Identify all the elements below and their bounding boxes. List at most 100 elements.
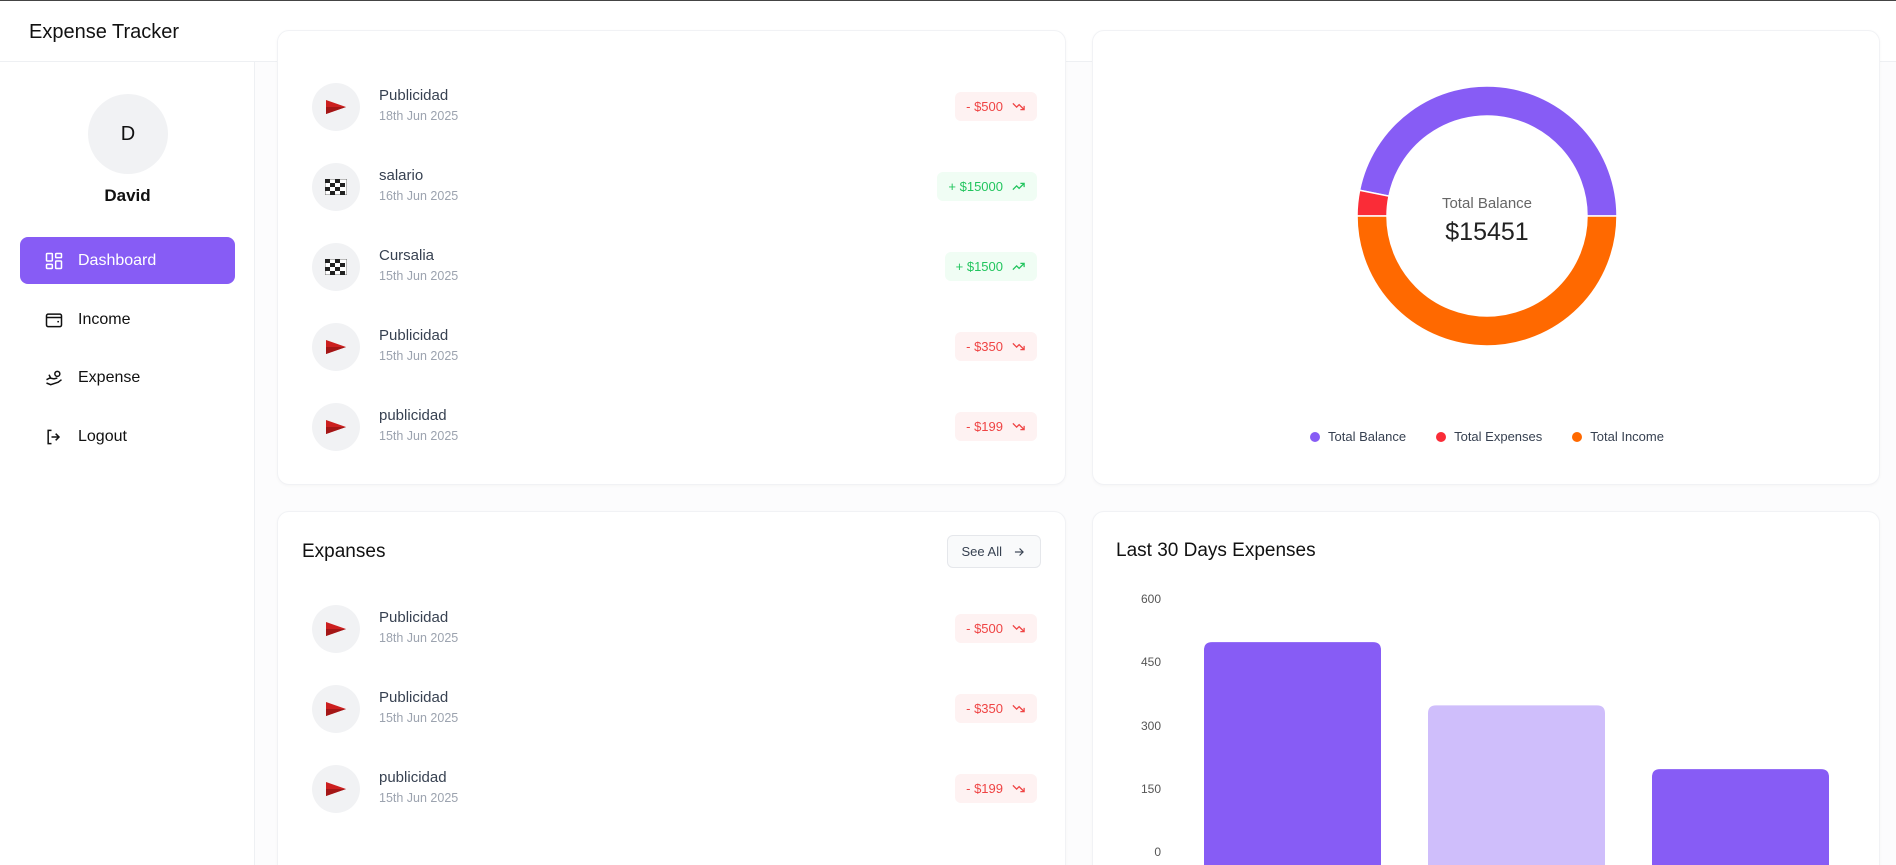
transaction-name: Publicidad (379, 87, 449, 104)
sidebar-item-income[interactable]: Income (20, 296, 235, 343)
legend-item-expenses: Total Expenses (1436, 429, 1542, 444)
transaction-name: publicidad (379, 407, 447, 424)
transaction-row[interactable]: Cursalia 15th Jun 2025 + $1500 (312, 242, 1037, 292)
trending-up-icon (1012, 182, 1025, 191)
trending-down-icon (1012, 102, 1025, 111)
transaction-row[interactable]: Publicidad 18th Jun 2025 - $500 (312, 604, 1037, 654)
transaction-date: 15th Jun 2025 (379, 429, 459, 443)
red-flag-icon (326, 782, 346, 796)
transaction-amount: - $350 (966, 339, 1003, 354)
transaction-date: 15th Jun 2025 (379, 269, 459, 283)
transaction-amount-badge: - $500 (955, 614, 1037, 643)
arrow-right-icon (1014, 547, 1024, 556)
transaction-icon-wrap (312, 243, 360, 291)
transaction-date: 16th Jun 2025 (379, 189, 459, 203)
financial-overview-card: Total Balance $15451 Total Balance Total… (1092, 30, 1880, 485)
expenses-card: Expanses See All Publicidad 18th Jun 2025… (277, 511, 1066, 865)
trending-down-icon (1012, 342, 1025, 351)
expenses-title: Expanses (302, 541, 386, 562)
transaction-amount-badge: + $15000 (937, 172, 1037, 201)
transaction-name: publicidad (379, 769, 447, 786)
app-title: Expense Tracker (29, 21, 180, 43)
see-all-button[interactable]: See All (946, 535, 1041, 568)
transaction-name: salario (379, 167, 424, 184)
logout-icon (47, 429, 61, 444)
legend-dot (1436, 431, 1447, 442)
red-flag-icon (326, 622, 346, 636)
transaction-icon-wrap (312, 685, 360, 733)
sidebar-item-label: Income (78, 310, 131, 328)
bar-0 (1204, 642, 1381, 865)
sidebar: D David Dashboard Income Expense Logout (0, 62, 255, 865)
transaction-amount-badge: - $350 (955, 332, 1037, 361)
transaction-amount: + $1500 (955, 259, 1003, 274)
transaction-date: 15th Jun 2025 (379, 711, 459, 725)
sidebar-item-logout[interactable]: Logout (20, 413, 235, 460)
transaction-name: Publicidad (379, 609, 449, 626)
trending-down-icon (1012, 422, 1025, 431)
bar-1 (1428, 705, 1605, 865)
recent-transactions-card: Publicidad 18th Jun 2025 - $500 salario 16th… (277, 30, 1066, 485)
checkered-flag-icon (325, 179, 347, 195)
user-name: David (104, 186, 151, 205)
last-30-days-card: Last 30 Days Expenses 0 150 300 450 600 (1092, 511, 1880, 865)
transaction-name: Cursalia (379, 247, 435, 264)
transaction-amount: - $199 (966, 419, 1003, 434)
bar-2 (1652, 769, 1829, 865)
transaction-amount-badge: - $500 (955, 92, 1037, 121)
legend-dot (1572, 431, 1583, 442)
transaction-amount: - $500 (966, 99, 1003, 114)
transaction-row[interactable]: salario 16th Jun 2025 + $15000 (312, 162, 1037, 212)
donut-center-label: Total Balance (1442, 195, 1532, 212)
checkered-flag-icon (325, 259, 347, 275)
red-flag-icon (326, 100, 346, 114)
transaction-amount: - $500 (966, 621, 1003, 636)
sidebar-item-label: Logout (78, 427, 127, 445)
sidebar-item-dashboard[interactable]: Dashboard (20, 237, 235, 284)
transaction-amount-badge: - $350 (955, 694, 1037, 723)
donut-legend: Total Balance Total Expenses Total Incom… (1093, 429, 1881, 444)
transaction-row[interactable]: Publicidad 15th Jun 2025 - $350 (312, 322, 1037, 372)
legend-dot (1310, 431, 1321, 442)
transaction-amount-badge: - $199 (955, 412, 1037, 441)
trending-up-icon (1012, 262, 1025, 271)
see-all-label: See All (961, 544, 1002, 559)
sidebar-item-expense[interactable]: Expense (20, 354, 235, 401)
transaction-row[interactable]: Publicidad 18th Jun 2025 - $500 (312, 82, 1037, 132)
wallet-icon (45, 312, 63, 327)
legend-label: Total Income (1590, 429, 1664, 444)
sidebar-item-label: Expense (78, 368, 141, 386)
red-flag-icon (326, 340, 346, 354)
trending-down-icon (1012, 704, 1025, 713)
donut-chart: Total Balance $15451 (1356, 85, 1618, 347)
transaction-icon-wrap (312, 163, 360, 211)
trending-down-icon (1012, 624, 1025, 633)
transaction-name: Publicidad (379, 689, 449, 706)
transaction-date: 18th Jun 2025 (379, 631, 459, 645)
transaction-amount: + $15000 (948, 179, 1003, 194)
transaction-date: 15th Jun 2025 (379, 791, 459, 805)
dashboard-icon (45, 252, 63, 269)
transaction-amount: - $350 (966, 701, 1003, 716)
transaction-icon-wrap (312, 83, 360, 131)
trending-down-icon (1012, 784, 1025, 793)
legend-item-income: Total Income (1572, 429, 1664, 444)
legend-label: Total Balance (1328, 429, 1407, 444)
transaction-icon-wrap (312, 323, 360, 371)
transaction-amount-badge: + $1500 (944, 252, 1037, 281)
hand-coins-icon (46, 370, 62, 385)
transaction-amount: - $199 (966, 781, 1003, 796)
red-flag-icon (326, 420, 346, 434)
transaction-amount-badge: - $199 (955, 774, 1037, 803)
transaction-row[interactable]: publicidad 15th Jun 2025 - $199 (312, 764, 1037, 814)
sidebar-item-label: Dashboard (78, 251, 157, 269)
transaction-row[interactable]: Publicidad 15th Jun 2025 - $350 (312, 684, 1037, 734)
transaction-date: 18th Jun 2025 (379, 109, 459, 123)
transaction-date: 15th Jun 2025 (379, 349, 459, 363)
avatar: D (88, 94, 168, 174)
red-flag-icon (326, 702, 346, 716)
transaction-name: Publicidad (379, 327, 449, 344)
legend-item-balance: Total Balance (1310, 429, 1406, 444)
donut-center-value: $15451 (1445, 218, 1528, 246)
transaction-row[interactable]: publicidad 15th Jun 2025 - $199 (312, 402, 1037, 452)
